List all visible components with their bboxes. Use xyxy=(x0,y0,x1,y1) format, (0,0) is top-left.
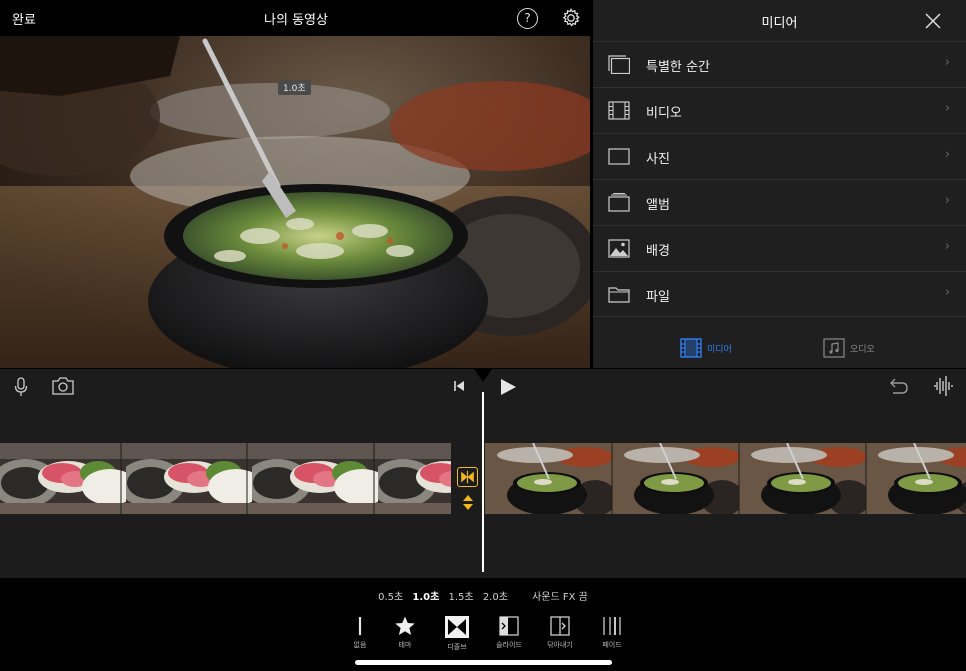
media-item-albums[interactable]: 앨범 › xyxy=(593,179,966,225)
film-icon xyxy=(608,101,630,120)
video-preview[interactable]: 1.0초 xyxy=(0,36,590,368)
clip-thumbnails xyxy=(485,443,966,514)
media-item-moments[interactable]: 특별한 순간 › xyxy=(593,41,966,87)
chevron-right-icon: › xyxy=(944,193,950,208)
microphone-icon[interactable] xyxy=(14,377,28,397)
media-item-label: 특별한 순간 xyxy=(646,60,710,75)
clip-duration-badge: 1.0초 xyxy=(278,80,311,95)
transition-label: 없음 xyxy=(353,641,367,649)
transition-label: 닦아내기 xyxy=(547,641,573,649)
transition-theme[interactable]: 테마 xyxy=(385,615,425,650)
sound-fx-toggle[interactable]: 사운드 FX 끔 xyxy=(532,588,588,603)
film-icon xyxy=(680,338,702,358)
tab-media-label: 미디어 xyxy=(707,344,732,355)
play-icon[interactable] xyxy=(500,378,517,396)
camera-icon[interactable] xyxy=(52,377,74,395)
duration-option-1-0[interactable]: 1.0초 xyxy=(412,588,439,603)
media-item-label: 배경 xyxy=(646,244,670,259)
skip-to-start-icon[interactable] xyxy=(453,380,465,392)
gear-icon[interactable] xyxy=(560,7,582,29)
duration-option-2-0[interactable]: 2.0초 xyxy=(483,588,508,603)
trim-arrows-icon[interactable] xyxy=(462,494,474,511)
transition-dissolve[interactable]: 디졸브 xyxy=(437,615,477,652)
home-indicator[interactable] xyxy=(355,660,612,665)
clip-thumbnails xyxy=(0,443,451,514)
dissolve-transition-button[interactable] xyxy=(457,467,478,487)
close-icon[interactable] xyxy=(925,13,941,29)
transition-label: 디졸브 xyxy=(447,643,467,651)
video-clip-1[interactable] xyxy=(0,443,451,514)
media-browser-panel: 미디어 특별한 순간 › 비디오 › 사진 › 앨범 › 배경 › 파일 › 미… xyxy=(593,0,966,368)
music-note-icon xyxy=(823,338,845,358)
transition-none[interactable]: 없음 xyxy=(340,615,380,650)
video-clip-2[interactable] xyxy=(485,443,966,514)
transition-wipe[interactable]: 닦아내기 xyxy=(540,615,580,650)
transition-label: 페이드 xyxy=(602,641,622,649)
audio-waveform-icon[interactable] xyxy=(933,375,953,397)
media-item-label: 비디오 xyxy=(646,106,682,121)
media-category-list: 특별한 순간 › 비디오 › 사진 › 앨범 › 배경 › 파일 › xyxy=(593,41,966,317)
tab-audio-label: 오디오 xyxy=(850,344,875,355)
folder-icon xyxy=(608,287,630,303)
media-item-label: 파일 xyxy=(646,290,670,305)
slide-icon xyxy=(499,616,519,636)
none-transition-icon xyxy=(358,617,362,635)
photo-icon xyxy=(608,148,630,165)
background-icon xyxy=(608,239,630,258)
help-button[interactable]: ? xyxy=(517,8,538,29)
duration-option-1-5[interactable]: 1.5초 xyxy=(449,588,474,603)
chevron-right-icon: › xyxy=(944,101,950,116)
wipe-icon xyxy=(550,616,570,636)
fade-icon xyxy=(603,617,621,635)
chevron-right-icon: › xyxy=(944,285,950,300)
transition-type-list: 없음 테마 디졸브 슬라이드 닦아내기 페이드 xyxy=(340,615,630,653)
media-item-backgrounds[interactable]: 배경 › xyxy=(593,225,966,271)
transition-slide[interactable]: 슬라이드 xyxy=(489,615,529,650)
chevron-right-icon: › xyxy=(944,239,950,254)
tab-media[interactable]: 미디어 xyxy=(680,337,732,359)
panel-title: 미디어 xyxy=(761,16,798,31)
media-item-files[interactable]: 파일 › xyxy=(593,271,966,317)
media-item-video[interactable]: 비디오 › xyxy=(593,87,966,133)
tab-audio[interactable]: 오디오 xyxy=(823,337,875,359)
dissolve-icon xyxy=(445,616,469,638)
album-icon xyxy=(608,193,630,212)
transition-duration-selector: 0.5초 1.0초 1.5초 2.0초 사운드 FX 끔 xyxy=(0,588,966,603)
transition-label: 테마 xyxy=(398,641,412,649)
top-bar: 완료 나의 동영상 ? xyxy=(0,0,592,36)
undo-icon[interactable] xyxy=(889,377,909,395)
project-title: 나의 동영상 xyxy=(264,13,328,28)
moments-icon xyxy=(608,55,630,74)
chevron-right-icon: › xyxy=(944,55,950,70)
playhead-marker xyxy=(474,369,492,382)
media-item-label: 사진 xyxy=(646,152,670,167)
media-item-label: 앨범 xyxy=(646,198,670,213)
duration-option-0-5[interactable]: 0.5초 xyxy=(378,588,403,603)
playhead-line[interactable] xyxy=(482,392,484,572)
star-icon xyxy=(395,616,415,635)
chevron-right-icon: › xyxy=(944,147,950,162)
transition-label: 슬라이드 xyxy=(496,641,522,649)
transition-inspector: 0.5초 1.0초 1.5초 2.0초 사운드 FX 끔 없음 테마 디졸브 슬… xyxy=(0,578,966,671)
transition-fade[interactable]: 페이드 xyxy=(592,615,632,650)
media-tab-bar: 미디어 오디오 xyxy=(593,335,966,361)
timeline[interactable] xyxy=(0,369,966,578)
media-item-photos[interactable]: 사진 › xyxy=(593,133,966,179)
